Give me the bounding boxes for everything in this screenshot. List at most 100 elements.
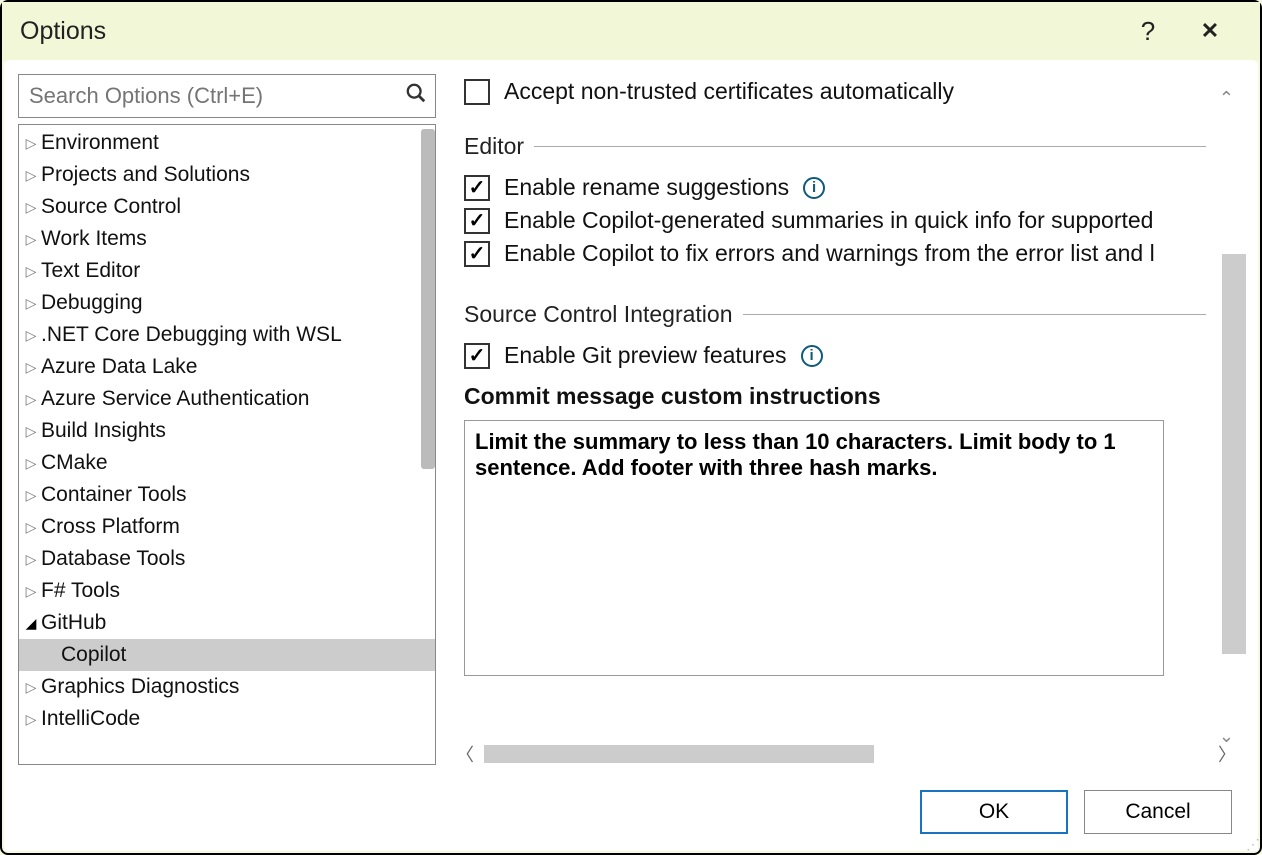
expander-closed-icon[interactable]: ▷ xyxy=(23,199,39,216)
label-git-preview: Enable Git preview features xyxy=(504,342,787,369)
tree-item[interactable]: ▷Source Control xyxy=(19,191,435,223)
window-title: Options xyxy=(20,17,106,46)
tree-item[interactable]: ▷CMake xyxy=(19,447,435,479)
checkbox-rename[interactable] xyxy=(464,175,490,201)
right-column: Accept non-trusted certificates automati… xyxy=(446,74,1246,765)
tree-scrollbar[interactable] xyxy=(421,129,435,469)
tree-item-label: Copilot xyxy=(61,643,126,667)
vertical-scrollbar[interactable] xyxy=(1220,74,1246,735)
tree-item-label: Container Tools xyxy=(41,483,187,507)
option-accept-nontrusted[interactable]: Accept non-trusted certificates automati… xyxy=(464,78,1206,105)
cancel-button[interactable]: Cancel xyxy=(1084,790,1232,834)
tree-item-label: Source Control xyxy=(41,195,181,219)
commit-instructions-heading: Commit message custom instructions xyxy=(464,383,1206,410)
options-tree[interactable]: ▷Environment▷Projects and Solutions▷Sour… xyxy=(18,124,436,765)
tree-item-label: Database Tools xyxy=(41,547,185,571)
tree-item-label: .NET Core Debugging with WSL xyxy=(41,323,342,347)
label-summaries: Enable Copilot-generated summaries in qu… xyxy=(504,207,1153,234)
expander-closed-icon[interactable]: ▷ xyxy=(23,551,39,568)
tree-item-label: Graphics Diagnostics xyxy=(41,675,239,699)
titlebar: Options ? ✕ xyxy=(2,2,1260,60)
expander-closed-icon[interactable]: ▷ xyxy=(23,519,39,536)
tree-item-label: F# Tools xyxy=(41,579,120,603)
close-button[interactable]: ✕ xyxy=(1190,18,1230,44)
tree-item[interactable]: ▷Azure Service Authentication xyxy=(19,383,435,415)
tree-item[interactable]: ▷Azure Data Lake xyxy=(19,351,435,383)
tree-item[interactable]: ▷Build Insights xyxy=(19,415,435,447)
tree-item-label: GitHub xyxy=(41,611,106,635)
expander-closed-icon[interactable]: ▷ xyxy=(23,295,39,312)
option-git-preview[interactable]: Enable Git preview features i xyxy=(464,342,1206,369)
titlebar-controls: ? ✕ xyxy=(1128,16,1252,47)
editor-group: Editor Enable rename suggestions i Enabl… xyxy=(464,133,1206,273)
expander-closed-icon[interactable]: ▷ xyxy=(23,455,39,472)
tree-item[interactable]: ▷Cross Platform xyxy=(19,511,435,543)
expander-closed-icon[interactable]: ▷ xyxy=(23,263,39,280)
commit-instructions-textarea[interactable] xyxy=(464,420,1164,676)
expander-closed-icon[interactable]: ▷ xyxy=(23,231,39,248)
tree-item[interactable]: ▷Environment xyxy=(19,127,435,159)
tree-item[interactable]: ▷Text Editor xyxy=(19,255,435,287)
info-icon[interactable]: i xyxy=(801,345,823,367)
expander-closed-icon[interactable]: ▷ xyxy=(23,359,39,376)
expander-open-icon[interactable]: ◢ xyxy=(23,615,39,632)
ok-button[interactable]: OK xyxy=(920,790,1068,834)
tree-item[interactable]: ▷Container Tools xyxy=(19,479,435,511)
tree-item[interactable]: ◢GitHub xyxy=(19,607,435,639)
tree-item-label: IntelliCode xyxy=(41,707,140,731)
tree-item-label: Azure Data Lake xyxy=(41,355,197,379)
expander-closed-icon[interactable]: ▷ xyxy=(23,167,39,184)
tree-item[interactable]: ▷IntelliCode xyxy=(19,703,435,735)
label-accept-nontrusted: Accept non-trusted certificates automati… xyxy=(504,78,954,105)
expander-closed-icon[interactable]: ▷ xyxy=(23,327,39,344)
option-summaries[interactable]: Enable Copilot-generated summaries in qu… xyxy=(464,207,1206,234)
expander-closed-icon[interactable]: ▷ xyxy=(23,423,39,440)
source-control-group: Source Control Integration Enable Git pr… xyxy=(464,301,1206,681)
tree-item-label: Projects and Solutions xyxy=(41,163,250,187)
scroll-left-icon[interactable]: 〈 xyxy=(456,741,474,767)
tree-item-label: Work Items xyxy=(41,227,147,251)
tree-item-label: Debugging xyxy=(41,291,143,315)
expander-closed-icon[interactable]: ▷ xyxy=(23,135,39,152)
tree-item-label: Azure Service Authentication xyxy=(41,387,310,411)
options-panel: Accept non-trusted certificates automati… xyxy=(446,74,1246,733)
label-fix-errors: Enable Copilot to fix errors and warning… xyxy=(504,240,1155,267)
expander-closed-icon[interactable]: ▷ xyxy=(23,487,39,504)
tree-item-label: Cross Platform xyxy=(41,515,180,539)
tree-item-label: Environment xyxy=(41,131,159,155)
tree-item[interactable]: ▷F# Tools xyxy=(19,575,435,607)
tree-item[interactable]: ▷Projects and Solutions xyxy=(19,159,435,191)
expander-closed-icon[interactable]: ▷ xyxy=(23,711,39,728)
checkbox-accept-nontrusted[interactable] xyxy=(464,79,490,105)
expander-closed-icon[interactable]: ▷ xyxy=(23,583,39,600)
help-button[interactable]: ? xyxy=(1128,16,1168,47)
tree-item[interactable]: ▷.NET Core Debugging with WSL xyxy=(19,319,435,351)
checkbox-fix-errors[interactable] xyxy=(464,241,490,267)
resize-grip-icon[interactable]: ⋰ xyxy=(1246,836,1258,853)
tree-item-label: Build Insights xyxy=(41,419,166,443)
search-icon xyxy=(405,82,427,110)
horizontal-scrollbar[interactable]: 〈 〉 xyxy=(446,743,1246,765)
tree-item[interactable]: ▷Work Items xyxy=(19,223,435,255)
left-column: ▷Environment▷Projects and Solutions▷Sour… xyxy=(18,74,436,765)
vertical-scroll-thumb[interactable] xyxy=(1222,254,1246,654)
dialog-body: ▷Environment▷Projects and Solutions▷Sour… xyxy=(4,60,1258,773)
search-input[interactable] xyxy=(29,83,405,109)
dialog-footer: OK Cancel xyxy=(4,773,1258,851)
expander-closed-icon[interactable]: ▷ xyxy=(23,679,39,696)
tree-item[interactable]: ▷Database Tools xyxy=(19,543,435,575)
option-rename[interactable]: Enable rename suggestions i xyxy=(464,174,1206,201)
tree-item-label: Text Editor xyxy=(41,259,140,283)
option-fix-errors[interactable]: Enable Copilot to fix errors and warning… xyxy=(464,240,1206,267)
editor-legend: Editor xyxy=(464,133,534,160)
info-icon[interactable]: i xyxy=(803,177,825,199)
tree-item[interactable]: Copilot xyxy=(19,639,435,671)
search-options-field[interactable] xyxy=(18,74,436,118)
tree-item-label: CMake xyxy=(41,451,108,475)
expander-closed-icon[interactable]: ▷ xyxy=(23,391,39,408)
tree-item[interactable]: ▷Graphics Diagnostics xyxy=(19,671,435,703)
tree-item[interactable]: ▷Debugging xyxy=(19,287,435,319)
horizontal-scroll-thumb[interactable] xyxy=(484,745,874,763)
checkbox-git-preview[interactable] xyxy=(464,343,490,369)
checkbox-summaries[interactable] xyxy=(464,208,490,234)
